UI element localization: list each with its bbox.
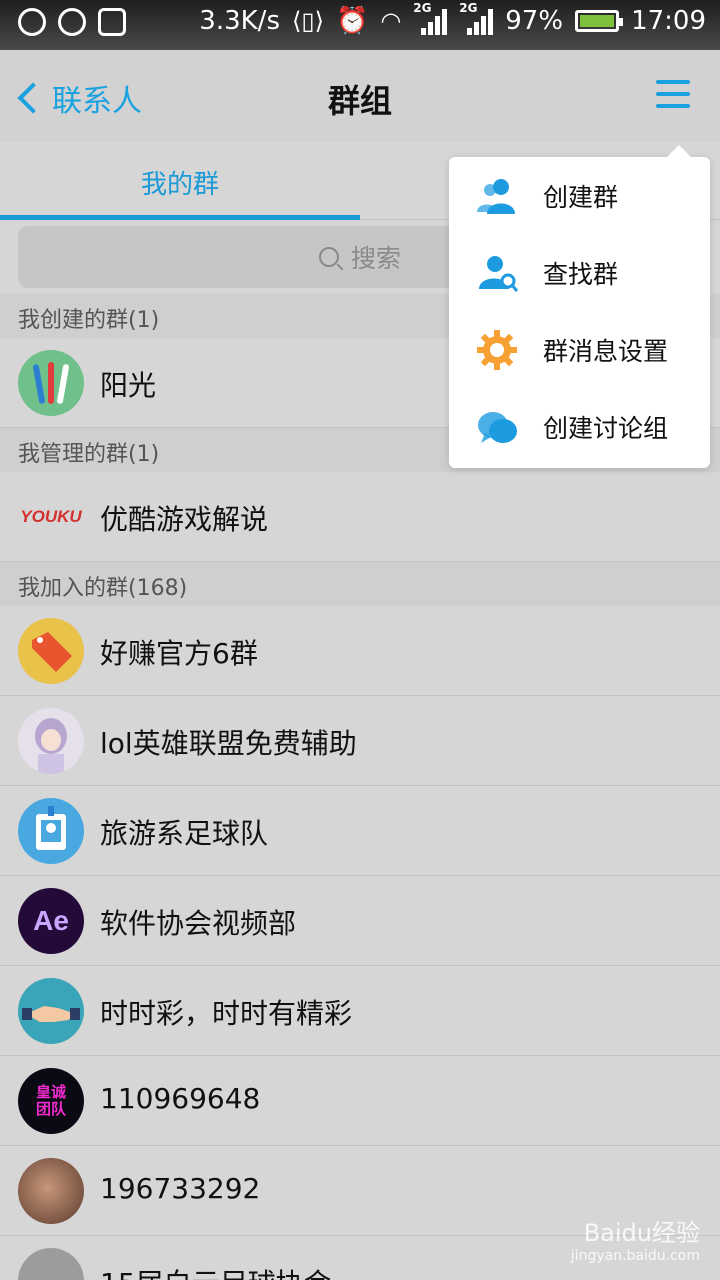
location-icon (18, 8, 46, 36)
menu-item-label: 创建讨论组 (543, 413, 669, 443)
search-placeholder: 搜索 (350, 244, 401, 273)
status-bar: 3.3K/s ⟨▯⟩ ⏰ ◠ 2G 2G 97% 17:09 (0, 0, 720, 50)
group-row[interactable]: 皇诚团队 110969648 (0, 1056, 720, 1146)
group-name: 软件协会视频部 (100, 907, 297, 940)
signal-2: 2G (459, 1, 494, 35)
group-name: 110969648 (100, 1082, 261, 1115)
group-row[interactable]: YOUKU 优酷游戏解说 (0, 472, 720, 562)
group-name: 好赚官方6群 (100, 637, 258, 670)
menu-item-label: 创建群 (543, 182, 619, 212)
sync-icon (58, 8, 86, 36)
signal-1: 2G (413, 1, 448, 35)
section-header-joined: 我加入的群(168) (0, 562, 720, 606)
handshake-avatar (18, 978, 84, 1044)
ae-avatar: Ae (18, 888, 84, 954)
menu-item-create-discussion[interactable]: 创建讨论组 (449, 388, 710, 465)
battery-percent: 97% (505, 6, 564, 36)
group-name: lol英雄联盟免费辅助 (100, 727, 357, 760)
group-row[interactable]: 旅游系足球队 (0, 786, 720, 876)
watermark-url: jingyan.baidu.com (570, 1248, 700, 1264)
menu-item-label: 查找群 (543, 259, 619, 289)
youku-logo-text: YOUKU (20, 507, 82, 526)
wifi-icon: ◠ (380, 7, 402, 35)
team-avatar: 皇诚团队 (18, 1068, 84, 1134)
clock: 17:09 (631, 6, 706, 36)
page-title: 群组 (327, 82, 392, 120)
ae-logo-text: Ae (33, 905, 69, 936)
group-name: 时时彩，时时有精彩 (100, 997, 353, 1030)
settings-gear-icon (475, 328, 519, 372)
building-avatar (18, 1248, 84, 1280)
group-row[interactable]: 时时彩，时时有精彩 (0, 966, 720, 1056)
youku-logo: YOUKU (18, 484, 84, 550)
search-icon (318, 247, 339, 267)
watermark-brand: Baidu经验 (583, 1219, 700, 1247)
tab-underline (0, 215, 360, 220)
team-avatar-text: 皇诚团队 (35, 1083, 66, 1118)
tab-my-groups[interactable]: 我的群 (0, 164, 360, 201)
anime-avatar (18, 708, 84, 774)
dropdown-menu: 创建群 查找群 群消息设置 创建讨论组 (449, 145, 710, 468)
network-speed: 3.3K/s (199, 6, 280, 36)
group-row[interactable]: 好赚官方6群 (0, 606, 720, 696)
menu-item-create-group[interactable]: 创建群 (449, 157, 710, 234)
hamburger-line (656, 80, 690, 84)
toothbrush-avatar (18, 350, 84, 416)
signal-bars-icon (421, 9, 448, 35)
group-row[interactable]: lol英雄联盟免费辅助 (0, 696, 720, 786)
signal-bars-icon (467, 9, 494, 35)
group-name: 196733292 (100, 1172, 261, 1205)
group-row[interactable]: Ae 软件协会视频部 (0, 876, 720, 966)
group-name: 优酷游戏解说 (100, 503, 269, 536)
group-name: 阳光 (100, 369, 157, 402)
hamburger-line (656, 92, 690, 96)
alarm-icon: ⏰ (335, 6, 369, 36)
battery-icon (575, 10, 624, 32)
group-name: 15届白云足球协会 (100, 1262, 332, 1280)
menu-item-label: 群消息设置 (543, 336, 669, 366)
vibrate-icon: ⟨▯⟩ (292, 7, 324, 35)
tag-avatar (18, 618, 84, 684)
discussion-icon (475, 405, 519, 449)
baidu-watermark: Baidu经验 jingyan.baidu.com (571, 1213, 700, 1264)
menu-item-group-message-settings[interactable]: 群消息设置 (449, 311, 710, 388)
menu-button[interactable] (656, 80, 692, 110)
app-header: 联系人 群组 (0, 50, 720, 142)
image-icon (98, 8, 126, 36)
menu-item-find-group[interactable]: 查找群 (449, 234, 710, 311)
hamburger-line (656, 104, 690, 108)
find-group-icon (475, 251, 519, 295)
create-group-icon (475, 174, 519, 218)
badge-avatar (18, 798, 84, 864)
photo-avatar (18, 1158, 84, 1224)
group-name: 旅游系足球队 (100, 817, 269, 850)
